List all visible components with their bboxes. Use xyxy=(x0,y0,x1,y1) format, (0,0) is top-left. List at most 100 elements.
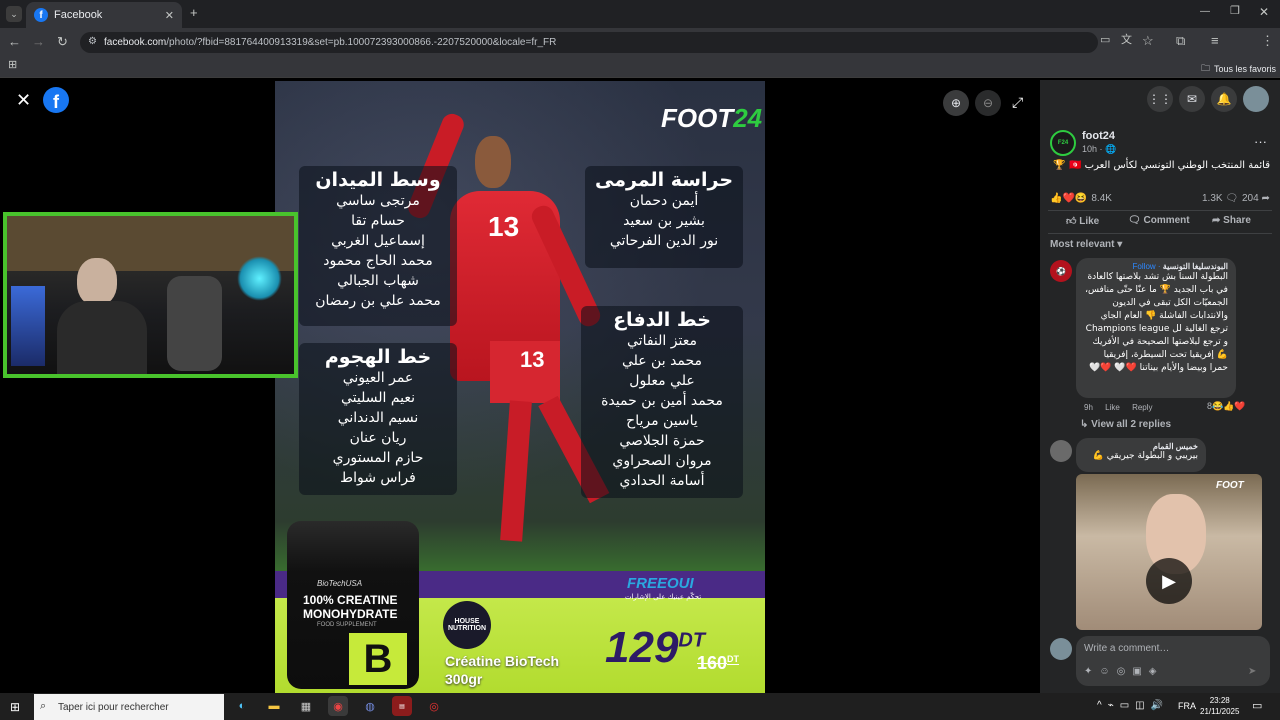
close-tab-icon[interactable]: ✕ xyxy=(165,9,174,22)
sort-comments-dropdown[interactable]: Most relevant ▾ xyxy=(1050,239,1122,250)
post-author[interactable]: foot24 xyxy=(1082,130,1115,142)
hexagon-lights xyxy=(237,256,282,301)
like-reaction-icon: 👍 xyxy=(1050,193,1063,204)
fullscreen-icon[interactable]: ⤢ xyxy=(1012,94,1023,111)
chrome-icon[interactable]: ◉ xyxy=(328,696,348,716)
account-avatar[interactable] xyxy=(1243,86,1269,112)
player-name: شهاب الجبالي xyxy=(337,273,419,289)
file-explorer-icon[interactable]: ▬ xyxy=(264,696,284,716)
messenger-icon[interactable]: ✉ xyxy=(1179,86,1205,112)
shares-count-stat[interactable]: 204 ➦ xyxy=(1242,193,1270,204)
video-comment[interactable]: FOOT ▶ xyxy=(1076,474,1262,630)
comment-button[interactable]: 🗨 Comment xyxy=(1128,215,1190,226)
emoji-icon[interactable]: ☺ xyxy=(1099,666,1116,677)
folder-icon: 🗀 xyxy=(1201,63,1211,73)
bookmark-star-icon[interactable]: ☆ xyxy=(1142,34,1154,47)
maximize-button[interactable]: ❐ xyxy=(1230,6,1240,17)
freeoui-tagline: تحكّم عينيك على الإشارات xyxy=(625,593,702,601)
send-icon[interactable]: ➤ xyxy=(1248,666,1256,677)
menu-icon[interactable]: ⋮ xyxy=(1261,34,1274,47)
tab-search-icon[interactable]: ⌄ xyxy=(6,6,22,22)
clock[interactable]: 23:28 21/11/2025 xyxy=(1200,695,1239,717)
foot24-avatar[interactable]: F24 xyxy=(1050,130,1076,156)
tab-title: Facebook xyxy=(54,9,103,21)
address-bar[interactable]: ⚙ facebook.com/photo/?fbid=8817644009133… xyxy=(80,32,1098,53)
site-info-icon[interactable]: ⚙ xyxy=(88,36,97,47)
new-tab-button[interactable]: + xyxy=(190,6,198,19)
comment-bubble: خميس القمام بيريبي و البطولة جيريقي 💪 xyxy=(1076,438,1206,472)
clock-time: 23:28 xyxy=(1209,696,1230,705)
store-icon[interactable]: ▦ xyxy=(296,696,316,716)
menu-grid-icon[interactable]: ⋮⋮ xyxy=(1147,86,1173,112)
close-viewer-icon[interactable]: ✕ xyxy=(16,90,31,111)
comment-like-link[interactable]: Like xyxy=(1105,403,1120,412)
cast-icon[interactable]: ▭ xyxy=(1100,35,1110,46)
shorts-number: 13 xyxy=(520,347,545,372)
tab-facebook[interactable]: f Facebook ✕ xyxy=(26,2,182,28)
all-bookmarks[interactable]: 🗀 Tous les favoris xyxy=(1201,61,1276,77)
write-comment-box[interactable]: Write a comment… ✦☺◎▣◈ ➤ xyxy=(1076,636,1270,686)
comment-author[interactable]: البوندسليغا التونسية xyxy=(1163,262,1228,271)
creatine-tub: BioTechUSA 100% CREATINE MONOHYDRATE FOO… xyxy=(287,521,419,689)
post-caption: قائمة المنتخب الوطني التونسي لكأس العرب … xyxy=(1053,160,1270,171)
discord-icon[interactable]: ◍ xyxy=(360,696,380,716)
commenter-avatar[interactable]: ⚽ xyxy=(1050,260,1072,282)
reactions-summary[interactable]: 👍 ❤️ 😆 8.4K xyxy=(1050,193,1112,204)
extensions-icon[interactable]: ⧉ xyxy=(1176,34,1185,47)
facebook-logo-icon[interactable]: f xyxy=(43,87,69,113)
zoom-in-icon[interactable]: ⊕ xyxy=(943,90,969,116)
comment-input[interactable]: Write a comment… xyxy=(1084,643,1169,654)
avatar-sticker-icon[interactable]: ✦ xyxy=(1084,666,1099,677)
comments-count-stat[interactable]: 1.3K 🗨 xyxy=(1202,193,1238,204)
comment-bubble: البوندسليغا التونسية · Follow البطولة ال… xyxy=(1076,258,1236,398)
sticker-icon[interactable]: ◈ xyxy=(1149,666,1164,677)
follow-link[interactable]: · Follow xyxy=(1133,262,1161,271)
view-replies-link[interactable]: ↳ View all 2 replies xyxy=(1080,419,1171,430)
goalkeepers-column: حراسة المرمى أيمن دحمان بشير بن سعيد نور… xyxy=(585,166,743,268)
bookmarks-bar: ⊞ 🗀 Tous les favoris xyxy=(0,56,1280,78)
player-name: محمد علي بن رمضان xyxy=(315,293,441,309)
comment-text: بيريبي و البطولة جيريقي 💪 xyxy=(1092,451,1198,461)
taskbar-search[interactable]: ⌕ Taper ici pour rechercher xyxy=(34,694,224,720)
play-icon[interactable]: ▶ xyxy=(1146,558,1192,604)
player-name: حازم المستوري xyxy=(332,450,424,466)
comment-author[interactable]: خميس القمام xyxy=(1084,442,1198,451)
app-icon[interactable]: ▤ xyxy=(392,696,412,716)
obs-icon[interactable]: ◎ xyxy=(424,696,444,716)
gif-icon[interactable]: ▣ xyxy=(1132,666,1148,677)
chevron-down-icon: ▾ xyxy=(1117,239,1123,250)
like-button[interactable]: 👍︎ Like xyxy=(1066,215,1099,227)
system-tray-icons[interactable]: ^⌁▭◫🔊 xyxy=(1097,700,1169,711)
goalkeepers-title: حراسة المرمى xyxy=(594,169,734,191)
share-button[interactable]: ➦ Share xyxy=(1212,215,1251,226)
close-window-button[interactable]: ✕ xyxy=(1259,6,1269,18)
back-button[interactable]: ← xyxy=(8,35,21,48)
reading-list-icon[interactable]: ≡ xyxy=(1211,34,1219,47)
tub-b-logo: B xyxy=(349,633,407,685)
zoom-out-icon[interactable]: ⊖ xyxy=(975,90,1001,116)
defenders-title: خط الدفاع xyxy=(613,309,711,331)
haha-reaction-icon: 😆 xyxy=(1074,193,1088,204)
minimize-button[interactable]: — xyxy=(1200,7,1210,17)
notification-center-icon[interactable]: ▭ xyxy=(1252,699,1262,712)
player-name: علي معلول xyxy=(629,373,695,389)
language-indicator[interactable]: FRA xyxy=(1178,701,1196,711)
notifications-icon[interactable]: 🔔 xyxy=(1211,86,1237,112)
camera-icon[interactable]: ◎ xyxy=(1117,666,1133,677)
windows-start-icon[interactable]: ⊞ xyxy=(10,700,20,714)
post-options-icon[interactable]: ··· xyxy=(1254,134,1267,149)
commenter-avatar[interactable] xyxy=(1050,440,1072,462)
comment-reply-link[interactable]: Reply xyxy=(1132,403,1152,412)
player-shorts: 13 xyxy=(490,341,560,403)
edge-icon[interactable]: ◐ xyxy=(232,696,252,716)
translate-icon[interactable]: 文 xyxy=(1121,35,1132,46)
comment-reactions[interactable]: 8😂👍❤️ xyxy=(1207,401,1246,412)
forward-button[interactable]: → xyxy=(32,35,45,48)
player-name: محمد الحاج محمود xyxy=(323,253,433,269)
player-name: مرتجى ساسي xyxy=(336,193,420,209)
reload-button[interactable]: ↻ xyxy=(57,35,68,48)
browser-tab-bar: ⌄ f Facebook ✕ + — ❐ ✕ xyxy=(0,0,1280,28)
player-name: نسيم الدنداني xyxy=(337,410,419,426)
player-name: محمد بن علي xyxy=(621,353,703,369)
apps-grid-icon[interactable]: ⊞ xyxy=(8,60,17,71)
